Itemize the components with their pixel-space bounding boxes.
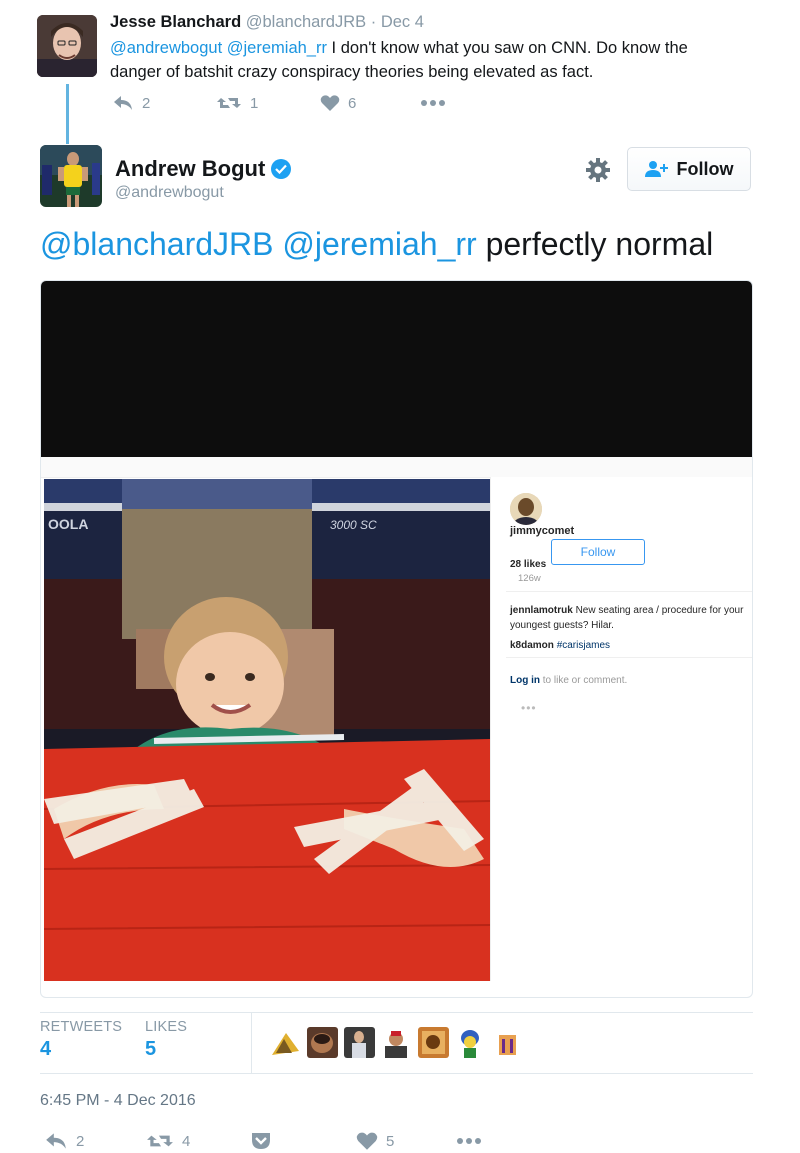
reply-author-handle[interactable]: @blanchardJRB bbox=[246, 13, 366, 31]
reply-button[interactable]: 2 bbox=[44, 1131, 146, 1151]
instagram-username[interactable]: jimmycomet bbox=[510, 525, 574, 537]
retweet-button[interactable]: 1 bbox=[216, 94, 320, 112]
main-tweet-text-rest: perfectly normal bbox=[476, 226, 714, 262]
reply-text-line2: danger of batshit crazy conspiracy theor… bbox=[110, 63, 594, 81]
retweets-label: RETWEETS bbox=[40, 1019, 123, 1035]
instagram-commenter[interactable]: k8damon bbox=[510, 640, 554, 651]
reply-count: 2 bbox=[142, 94, 151, 112]
tweet-timestamp[interactable]: 6:45 PM - 4 Dec 2016 bbox=[40, 1092, 196, 1110]
main-author-name-row: Andrew Bogut bbox=[115, 156, 292, 182]
retweet-icon bbox=[147, 1135, 173, 1147]
main-author-name[interactable]: Andrew Bogut bbox=[115, 156, 265, 182]
reply-author-name[interactable]: Jesse Blanchard bbox=[110, 13, 241, 31]
instagram-login-prompt: Log in to like or comment. bbox=[510, 675, 627, 686]
instagram-avatar[interactable] bbox=[510, 493, 542, 525]
stats-vertical-divider bbox=[251, 1013, 252, 1073]
follow-button-label: Follow bbox=[676, 158, 734, 179]
likes-label: LIKES bbox=[145, 1019, 188, 1035]
reply-text: @andrewbogut @jeremiah_rr I don't know w… bbox=[110, 36, 770, 84]
main-action-bar: 2 4 5 bbox=[44, 1131, 482, 1151]
reply-text-line1: I don't know what you saw on CNN. Do kno… bbox=[326, 39, 688, 57]
like-button[interactable]: 6 bbox=[320, 94, 420, 112]
instagram-more-button[interactable]: ••• bbox=[521, 701, 537, 715]
instagram-side-panel: jimmycomet 28 likes Follow 126w jennlamo… bbox=[490, 477, 752, 981]
likes-value: 5 bbox=[145, 1038, 157, 1060]
photo-net-text-right: 3000 SC bbox=[330, 518, 377, 532]
instagram-post-age: 126w bbox=[518, 573, 541, 584]
instagram-comment: k8damon #carisjames bbox=[510, 640, 610, 651]
instagram-login-link[interactable]: Log in bbox=[510, 675, 540, 686]
liker-avatar[interactable] bbox=[492, 1027, 523, 1058]
mention-link[interactable]: @andrewbogut bbox=[110, 39, 222, 57]
stats-bottom-divider bbox=[40, 1073, 753, 1074]
card-black-header bbox=[41, 281, 752, 457]
main-avatar[interactable] bbox=[40, 145, 102, 207]
reply-icon bbox=[46, 1133, 66, 1149]
liker-avatar[interactable] bbox=[381, 1027, 412, 1058]
retweet-count: 1 bbox=[250, 94, 259, 112]
liker-avatar[interactable] bbox=[418, 1027, 449, 1058]
instagram-commenter[interactable]: jennlamotruk bbox=[510, 605, 573, 616]
conversation-thread-line bbox=[66, 84, 69, 144]
retweet-button[interactable]: 4 bbox=[146, 1131, 250, 1151]
date-separator: · bbox=[366, 13, 381, 31]
liker-avatar[interactable] bbox=[455, 1027, 486, 1058]
instagram-likes: 28 likes bbox=[510, 559, 547, 570]
reply-count: 2 bbox=[76, 1132, 85, 1150]
reply-button[interactable]: 2 bbox=[112, 94, 216, 112]
settings-button[interactable] bbox=[585, 157, 611, 183]
embedded-instagram-card[interactable]: OOLA 3000 SC jimmycomet 28 likes Follow … bbox=[40, 280, 753, 998]
reply-date[interactable]: Dec 4 bbox=[381, 13, 424, 31]
pocket-save-icon bbox=[252, 1133, 270, 1149]
instagram-divider bbox=[506, 591, 752, 592]
instagram-hashtag[interactable]: #carisjames bbox=[557, 640, 610, 651]
instagram-divider bbox=[506, 657, 752, 658]
card-divider bbox=[41, 457, 752, 478]
like-button[interactable]: 5 bbox=[356, 1131, 456, 1151]
liker-avatar[interactable] bbox=[307, 1027, 338, 1058]
add-user-icon bbox=[644, 161, 668, 177]
more-button[interactable] bbox=[456, 1137, 482, 1145]
instagram-login-rest: to like or comment. bbox=[540, 675, 628, 686]
main-tweet-text: @blanchardJRB @jeremiah_rr perfectly nor… bbox=[40, 226, 713, 263]
more-dots-icon bbox=[457, 1138, 481, 1144]
reply-icon bbox=[114, 96, 132, 110]
mention-link[interactable]: @jeremiah_rr bbox=[282, 226, 476, 262]
liker-avatars bbox=[270, 1027, 523, 1058]
liker-avatar[interactable] bbox=[344, 1027, 375, 1058]
mention-link[interactable]: @blanchardJRB bbox=[40, 226, 273, 262]
pocket-button[interactable] bbox=[250, 1131, 356, 1151]
main-author-handle[interactable]: @andrewbogut bbox=[115, 184, 224, 202]
follow-button[interactable]: Follow bbox=[627, 147, 751, 191]
reply-avatar[interactable] bbox=[37, 15, 97, 77]
mention-link[interactable]: @jeremiah_rr bbox=[227, 39, 327, 57]
photo-net-text-left: OOLA bbox=[48, 516, 88, 532]
liker-avatar[interactable] bbox=[270, 1027, 301, 1058]
reply-action-bar: 2 1 6 bbox=[112, 94, 446, 112]
stats-top-divider bbox=[40, 1012, 753, 1013]
more-button[interactable] bbox=[420, 99, 446, 107]
retweets-stat[interactable]: RETWEETS 4 bbox=[40, 1019, 122, 1061]
like-count: 6 bbox=[348, 94, 357, 112]
retweets-value: 4 bbox=[40, 1038, 52, 1060]
heart-icon bbox=[356, 1132, 378, 1150]
instagram-comment: jennlamotruk New seating area / procedur… bbox=[510, 603, 750, 633]
instagram-photo[interactable]: OOLA 3000 SC bbox=[44, 479, 490, 981]
heart-icon bbox=[320, 95, 340, 111]
gear-icon bbox=[586, 158, 610, 182]
instagram-follow-button[interactable]: Follow bbox=[551, 539, 645, 565]
likes-stat[interactable]: LIKES 5 bbox=[145, 1019, 187, 1061]
retweet-icon bbox=[217, 98, 241, 108]
retweet-count: 4 bbox=[182, 1132, 191, 1150]
reply-header: Jesse Blanchard @blanchardJRB · Dec 4 bbox=[110, 13, 424, 32]
more-dots-icon bbox=[421, 100, 445, 106]
verified-badge-icon bbox=[271, 159, 292, 179]
like-count: 5 bbox=[386, 1132, 395, 1150]
